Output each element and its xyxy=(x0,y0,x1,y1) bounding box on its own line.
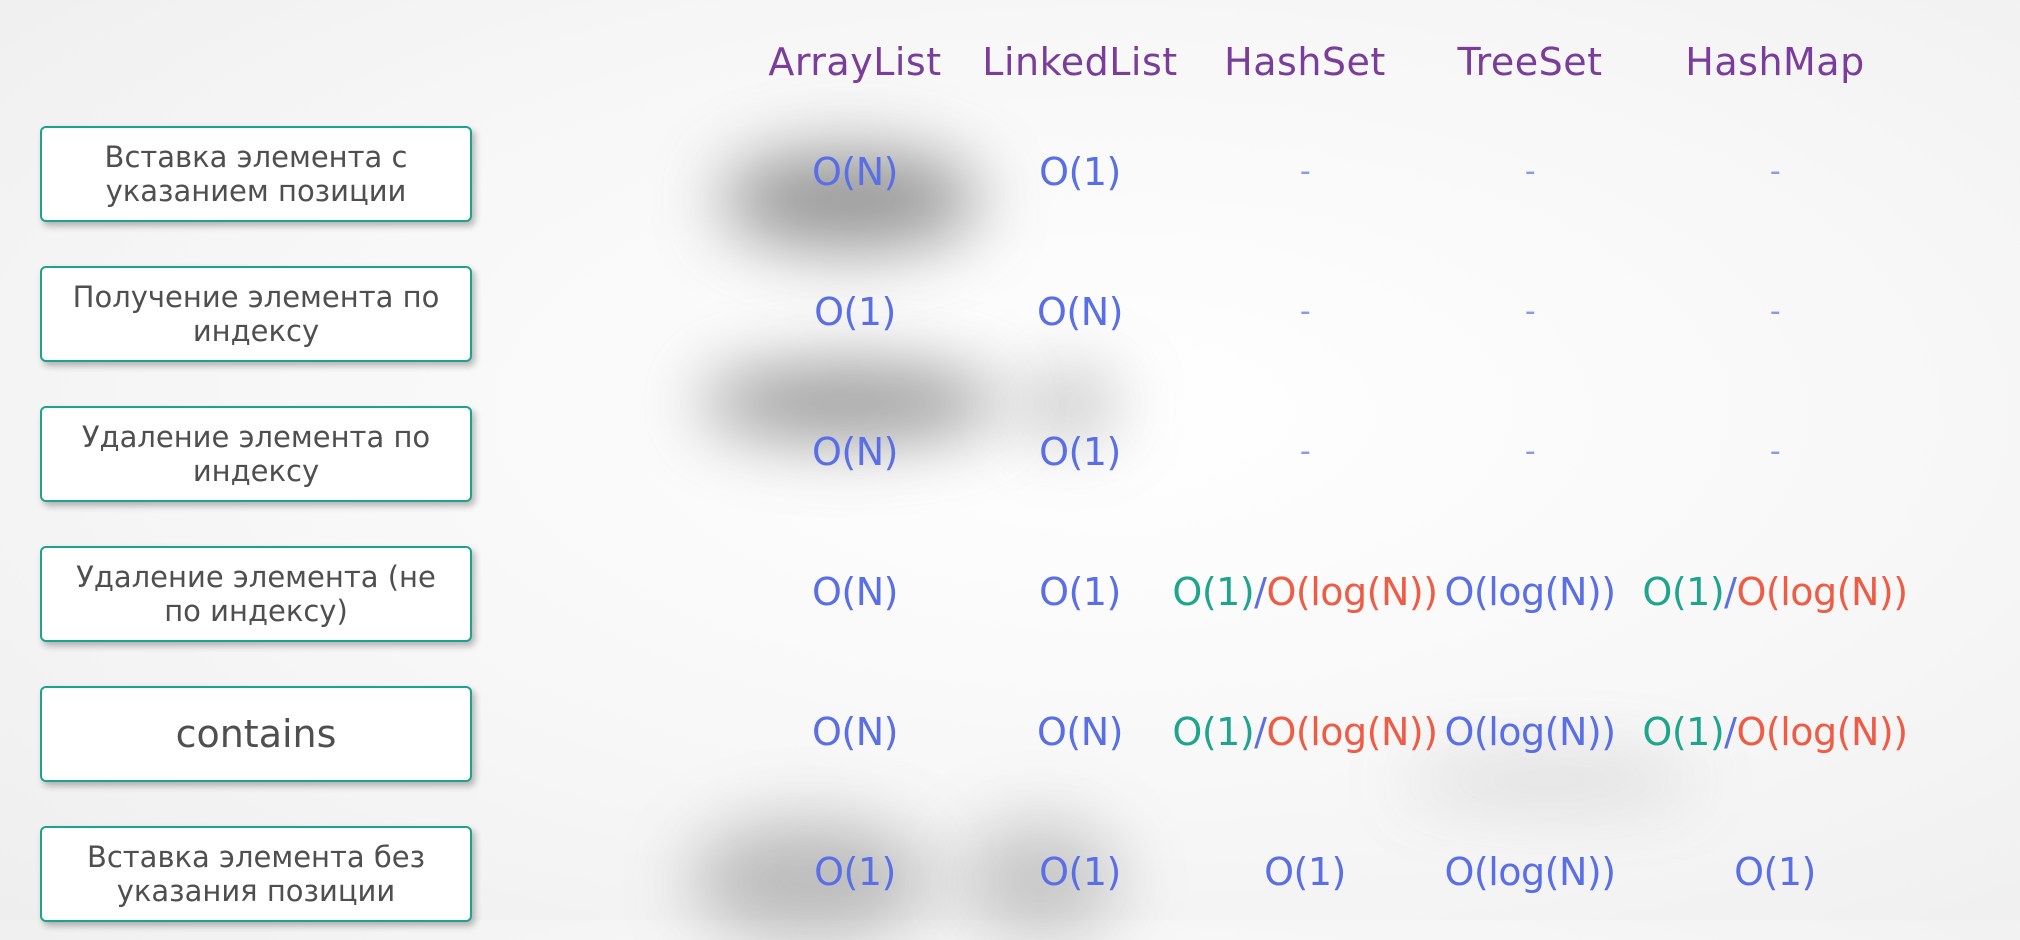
complexity-cell: - xyxy=(1769,434,1781,469)
complexity-cell: O(1)/O(log(N)) xyxy=(1635,564,1915,620)
average-case-value: O(1) xyxy=(1172,710,1255,754)
worst-case-value: O(log(N)) xyxy=(1736,570,1908,614)
average-case-value: O(1) xyxy=(1172,570,1255,614)
worst-case-value: O(log(N)) xyxy=(1736,710,1908,754)
average-case-value: O(1) xyxy=(1642,570,1725,614)
column-header-linkedlist: LinkedList xyxy=(982,40,1178,84)
operation-label: Получение элемента по индексу xyxy=(40,266,472,362)
blur-smudge xyxy=(1400,760,1700,800)
complexity-cell: - xyxy=(1769,154,1781,189)
column-header-hashset: HashSet xyxy=(1224,40,1386,84)
case-separator: / xyxy=(1254,570,1267,614)
column-header-arraylist: ArrayList xyxy=(768,40,942,84)
operation-label: Вставка элемента с указанием позиции xyxy=(40,126,472,222)
complexity-cell: O(1) xyxy=(1734,850,1816,894)
complexity-cell: O(log(N)) xyxy=(1444,850,1616,894)
case-separator: / xyxy=(1724,570,1737,614)
complexity-cell: - xyxy=(1769,294,1781,329)
complexity-cell: O(1)/O(log(N)) xyxy=(1635,704,1915,760)
column-header-treeset: TreeSet xyxy=(1457,40,1603,84)
operation-label: Удаление элемента (не по индексу) xyxy=(40,546,472,642)
operation-label: contains xyxy=(40,686,472,782)
case-separator: / xyxy=(1724,710,1737,754)
operation-label: Удаление элемента по индексу xyxy=(40,406,472,502)
complexity-cell: O(log(N)) xyxy=(1444,710,1616,754)
average-case-value: O(1) xyxy=(1642,710,1725,754)
complexity-cell: - xyxy=(1524,434,1536,469)
complexity-cell: - xyxy=(1524,294,1536,329)
complexity-cell: - xyxy=(1524,154,1536,189)
operation-label: Вставка элемента без указания позиции xyxy=(40,826,472,922)
case-separator: / xyxy=(1254,710,1267,754)
complexity-cell: O(log(N)) xyxy=(1444,570,1616,614)
column-header-hashmap: HashMap xyxy=(1685,40,1865,84)
